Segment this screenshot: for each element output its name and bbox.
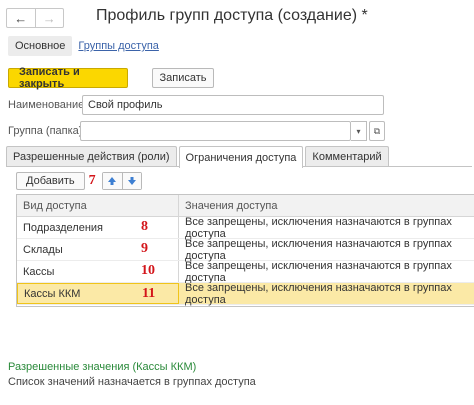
cell-kind: Подразделения [23,221,103,234]
table-row[interactable]: Подразделения 8 Все запрещены, исключения… [17,215,474,240]
tab-access-restrictions[interactable]: Ограничения доступа [178,146,304,168]
down-arrow-icon[interactable] [121,173,141,189]
tab-bar: Разрешенные действия (роли) Ограничения … [6,146,391,168]
tab-comment[interactable]: Комментарий [305,146,389,167]
tab-allowed-actions[interactable]: Разрешенные действия (роли) [6,146,177,167]
nav-buttons: ← → [6,8,64,28]
form-sections: Основное Группы доступа [8,35,159,57]
dropdown-icon[interactable]: ▾ [351,121,367,141]
open-icon[interactable]: ⧉ [369,121,385,141]
allowed-values-title: Разрешенные значения (Кассы ККМ) [8,361,197,373]
access-kinds-table: Вид доступа Значения доступа Подразделен… [16,194,474,307]
cell-values: Все запрещены, исключения назначаются в … [179,282,474,306]
table-row[interactable]: Склады 9 Все запрещены, исключения назнач… [17,237,474,262]
annotation-marker: 11 [142,286,156,301]
save-and-close-button[interactable]: Записать и закрыть [8,66,128,90]
name-field-row: Наименование: Свой профиль [8,95,384,115]
cell-kind: Кассы [23,265,55,278]
up-arrow-icon[interactable] [102,173,122,189]
section-access-groups-link[interactable]: Группы доступа [78,40,158,52]
cell-kind: Кассы ККМ [24,287,81,300]
column-header-values[interactable]: Значения доступа [179,195,474,216]
group-input[interactable] [80,121,351,141]
move-buttons [101,172,142,190]
cell-values: Все запрещены, исключения назначаются в … [185,237,452,262]
command-bar: Записать и закрыть Записать [8,66,214,90]
annotation-marker: 8 [141,219,148,234]
group-label: Группа (папка): [8,125,86,137]
cell-values: Все запрещены, исключения назначаются в … [185,259,452,284]
annotation-marker: 10 [141,263,155,278]
name-label: Наименование: [8,99,88,111]
back-arrow-icon[interactable]: ← [7,9,35,27]
group-field-row: Группа (папка): ▾ ⧉ [8,121,385,141]
annotation-marker: 9 [141,241,148,256]
forward-arrow-icon[interactable]: → [34,9,64,27]
table-row[interactable]: Кассы 10 Все запрещены, исключения назнач… [17,259,474,284]
annotation-marker: 7 [88,173,96,188]
add-button[interactable]: Добавить [16,172,85,190]
allowed-values-note: Список значений назначается в группах до… [8,376,256,388]
table-header: Вид доступа Значения доступа [17,195,474,217]
name-input[interactable]: Свой профиль [82,95,384,115]
cell-values: Все запрещены, исключения назначаются в … [185,215,452,240]
table-row-selected[interactable]: Кассы ККМ 11 Все запрещены, исключения на… [17,282,474,306]
section-main[interactable]: Основное [8,36,73,56]
restrictions-toolbar: Добавить 7 [16,172,142,190]
column-header-kind[interactable]: Вид доступа [17,195,179,216]
window-title: Профиль групп доступа (создание) * [96,7,368,24]
save-button[interactable]: Записать [152,68,214,88]
cell-kind: Склады [23,243,63,256]
